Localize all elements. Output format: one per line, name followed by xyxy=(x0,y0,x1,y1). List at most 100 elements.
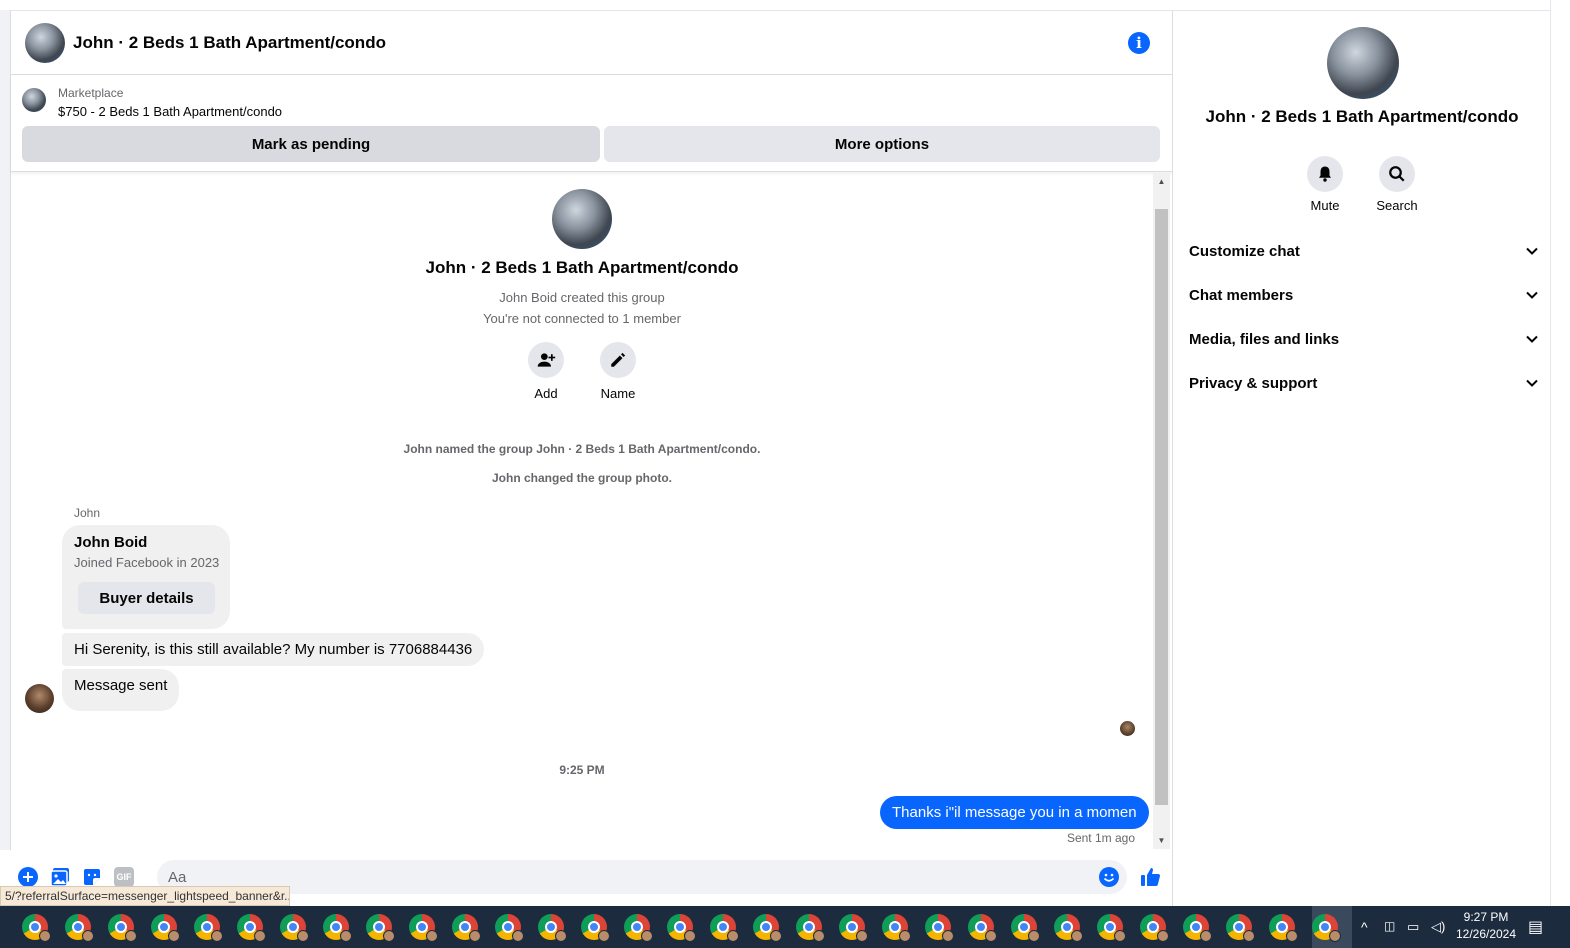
chrome-icon[interactable] xyxy=(237,914,266,942)
chrome-icon[interactable] xyxy=(1140,914,1169,942)
chrome-icon[interactable] xyxy=(1312,914,1341,942)
incoming-message[interactable]: Message sent xyxy=(62,669,180,711)
meet-icon[interactable]: ◫ xyxy=(1384,919,1395,933)
buyer-joined-text: Joined Facebook in 2023 xyxy=(74,555,220,570)
chrome-icon[interactable] xyxy=(452,914,481,942)
chrome-icon[interactable] xyxy=(22,914,51,942)
mute-action[interactable]: Mute xyxy=(1295,156,1355,213)
chat-members-section[interactable]: Chat members xyxy=(1189,275,1539,315)
left-scroll-edge[interactable] xyxy=(0,10,11,850)
volume-icon[interactable]: ◁) xyxy=(1431,919,1445,935)
system-message: John named the group John · 2 Beds 1 Bat… xyxy=(403,442,761,456)
chrome-icon[interactable] xyxy=(1226,914,1255,942)
buyer-card: John Boid Joined Facebook in 2023 Buyer … xyxy=(62,525,230,629)
section-label: Privacy & support xyxy=(1189,374,1318,392)
more-options-button[interactable]: More options xyxy=(604,126,1160,162)
pencil-icon[interactable] xyxy=(600,342,636,378)
chevron-down-icon xyxy=(1526,291,1538,299)
bell-icon[interactable] xyxy=(1307,156,1343,192)
chrome-icon[interactable] xyxy=(925,914,954,942)
chrome-icon[interactable] xyxy=(796,914,825,942)
network-icon[interactable]: ▭ xyxy=(1407,919,1419,935)
tray-chevron-up-icon[interactable]: ^ xyxy=(1361,919,1368,935)
details-title: John · 2 Beds 1 Bath Apartment/condo xyxy=(1205,107,1519,126)
chrome-icon[interactable] xyxy=(323,914,352,942)
details-group-avatar[interactable] xyxy=(1327,27,1399,99)
chrome-icon[interactable] xyxy=(1011,914,1040,942)
chrome-icon[interactable] xyxy=(366,914,395,942)
info-icon[interactable]: i xyxy=(1128,32,1150,54)
notification-icon[interactable]: ▤ xyxy=(1528,917,1543,937)
chrome-icon[interactable] xyxy=(1269,914,1298,942)
chrome-icon[interactable] xyxy=(968,914,997,942)
listing-title[interactable]: $750 - 2 Beds 1 Bath Apartment/condo xyxy=(58,104,282,119)
name-group-action[interactable]: Name xyxy=(588,342,648,401)
message-input[interactable] xyxy=(157,860,1127,894)
listing-thumbnail[interactable] xyxy=(22,88,46,112)
chrome-icon[interactable] xyxy=(409,914,438,942)
chrome-icon[interactable] xyxy=(710,914,739,942)
search-icon[interactable] xyxy=(1379,156,1415,192)
seen-by-avatar xyxy=(1120,721,1135,736)
connection-text: You're not connected to 1 member xyxy=(483,311,681,326)
chrome-icon[interactable] xyxy=(667,914,696,942)
plus-icon[interactable] xyxy=(18,867,38,887)
chrome-icon[interactable] xyxy=(882,914,911,942)
group-avatar[interactable] xyxy=(25,22,65,63)
windows-taskbar: ^ ◫ ▭ ◁) 9:27 PM 12/26/2024 ▤ xyxy=(0,906,1570,948)
chrome-icon[interactable] xyxy=(839,914,868,942)
emoji-icon[interactable] xyxy=(1099,867,1119,887)
chat-title[interactable]: John · 2 Beds 1 Bath Apartment/condo xyxy=(73,33,386,53)
page-scrollbar[interactable] xyxy=(1550,0,1570,906)
outgoing-message[interactable]: Thanks i"il message you in a momen xyxy=(880,796,1149,829)
scroll-thumb[interactable] xyxy=(1155,209,1168,805)
chrome-icon[interactable] xyxy=(495,914,524,942)
customize-chat-section[interactable]: Customize chat xyxy=(1189,231,1539,271)
add-member-action[interactable]: Add xyxy=(516,342,576,401)
intro-group-avatar xyxy=(552,189,612,249)
add-person-icon[interactable] xyxy=(528,342,564,378)
chrome-icon[interactable] xyxy=(753,914,782,942)
buyer-details-button[interactable]: Buyer details xyxy=(78,582,215,614)
photo-icon[interactable] xyxy=(50,867,70,887)
message-scrollbar[interactable]: ▲ ▼ xyxy=(1153,173,1170,849)
chrome-icon[interactable] xyxy=(1054,914,1083,942)
url-status-tooltip: 5/?referralSurface=messenger_lightspeed_… xyxy=(0,886,290,906)
browser-top-edge xyxy=(0,0,1570,11)
chevron-down-icon xyxy=(1526,247,1538,255)
mark-as-pending-button[interactable]: Mark as pending xyxy=(22,126,600,162)
chrome-icon[interactable] xyxy=(1097,914,1126,942)
name-label: Name xyxy=(600,386,636,401)
chrome-icon[interactable] xyxy=(538,914,567,942)
sender-avatar[interactable] xyxy=(25,684,54,713)
sender-name: John xyxy=(74,506,101,520)
chrome-icon[interactable] xyxy=(108,914,137,942)
buyer-name: John Boid xyxy=(74,534,148,551)
scroll-down-arrow-icon[interactable]: ▼ xyxy=(1153,832,1170,849)
system-message: John changed the group photo. xyxy=(492,471,672,485)
chrome-icon[interactable] xyxy=(280,914,309,942)
privacy-support-section[interactable]: Privacy & support xyxy=(1189,363,1539,403)
scroll-up-arrow-icon[interactable]: ▲ xyxy=(1153,173,1170,190)
mute-label: Mute xyxy=(1310,198,1340,213)
chrome-icon[interactable] xyxy=(151,914,180,942)
chrome-icon[interactable] xyxy=(581,914,610,942)
chrome-icon[interactable] xyxy=(194,914,223,942)
chrome-icon[interactable] xyxy=(624,914,653,942)
thumbs-up-icon[interactable] xyxy=(1139,865,1163,889)
chrome-icon[interactable] xyxy=(1183,914,1212,942)
add-label: Add xyxy=(534,386,558,401)
chrome-icon[interactable] xyxy=(65,914,94,942)
chevron-down-icon xyxy=(1526,335,1538,343)
sent-status: Sent 1m ago xyxy=(1066,831,1135,845)
sticker-icon[interactable] xyxy=(82,867,102,887)
section-label: Media, files and links xyxy=(1189,330,1340,348)
gif-icon[interactable]: GIF xyxy=(114,867,134,887)
incoming-message[interactable]: Hi Serenity, is this still available? My… xyxy=(62,633,485,666)
search-action[interactable]: Search xyxy=(1367,156,1427,213)
media-files-links-section[interactable]: Media, files and links xyxy=(1189,319,1539,359)
clock[interactable]: 9:27 PM 12/26/2024 xyxy=(1448,910,1524,941)
chat-header: John · 2 Beds 1 Bath Apartment/condo i xyxy=(11,11,1172,75)
created-by-text: John Boid created this group xyxy=(499,290,665,305)
marketplace-label: Marketplace xyxy=(58,86,124,100)
